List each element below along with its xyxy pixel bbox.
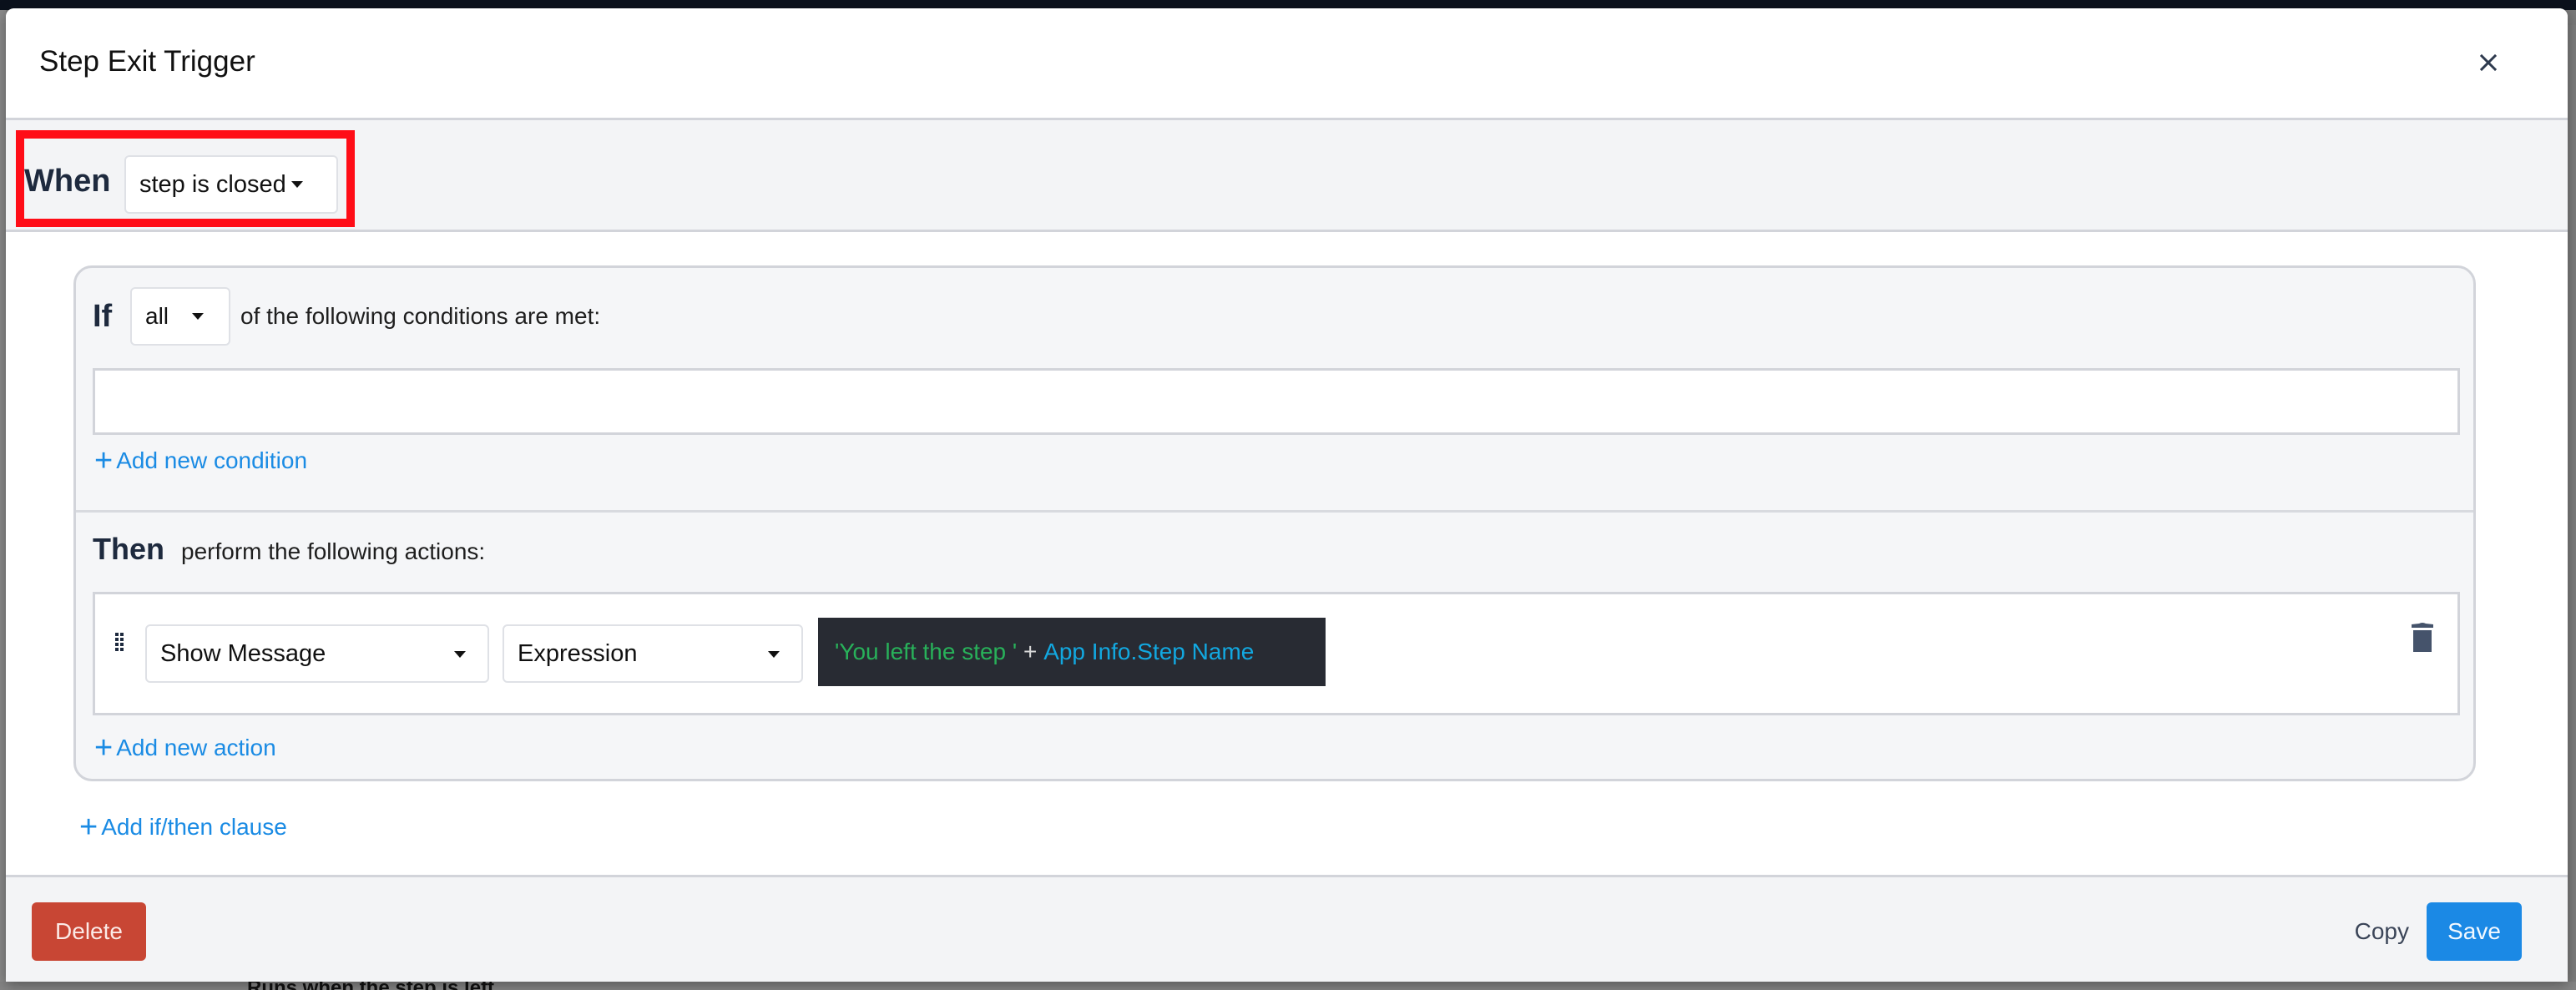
- then-description: perform the following actions:: [181, 538, 486, 564]
- if-then-divider: [76, 510, 2473, 513]
- if-then-clause: If all of the following conditions are m…: [73, 265, 2476, 781]
- add-new-condition-link[interactable]: + Add new condition: [94, 445, 307, 477]
- add-new-action-link[interactable]: + Add new action: [94, 732, 276, 764]
- condition-match-dropdown[interactable]: all: [130, 287, 230, 346]
- when-event-value: step is closed: [139, 170, 286, 198]
- drag-handle-icon[interactable]: [115, 633, 125, 651]
- action-row: Show Message Expression 'You left the st…: [93, 592, 2460, 715]
- delete-button[interactable]: Delete: [32, 902, 146, 961]
- modal-title: Step Exit Trigger: [39, 45, 255, 78]
- trash-icon[interactable]: [2411, 623, 2434, 653]
- message-source-dropdown[interactable]: Expression: [503, 624, 803, 683]
- message-source-value: Expression: [518, 639, 638, 667]
- when-section: When step is closed: [6, 120, 2568, 232]
- copy-button[interactable]: Copy: [2355, 902, 2409, 961]
- expression-reference: App Info.Step Name: [1043, 639, 1255, 664]
- chevron-down-icon: [290, 181, 303, 188]
- plus-icon: +: [94, 730, 114, 765]
- background-page-left: [0, 10, 6, 990]
- conditions-list: [93, 368, 2460, 435]
- background-page-right: [2568, 25, 2576, 990]
- when-event-dropdown[interactable]: step is closed: [124, 155, 338, 214]
- add-new-condition-label: Add new condition: [116, 447, 308, 473]
- plus-icon: +: [94, 443, 114, 478]
- then-row: Then perform the following actions:: [93, 532, 485, 567]
- when-label: When: [24, 164, 111, 199]
- close-button[interactable]: [2476, 50, 2501, 75]
- chevron-down-icon: [192, 313, 205, 320]
- chevron-down-icon: [454, 651, 466, 658]
- condition-match-value: all: [145, 303, 169, 329]
- save-button[interactable]: Save: [2427, 902, 2522, 961]
- close-icon: [2479, 53, 2498, 72]
- expression-string-literal: 'You left the step ': [835, 639, 1018, 664]
- add-if-then-clause-label: Add if/then clause: [101, 814, 287, 840]
- expression-operator: +: [1017, 639, 1044, 664]
- add-new-action-label: Add new action: [116, 735, 276, 760]
- if-description: of the following conditions are met:: [240, 303, 601, 329]
- add-if-then-clause-link[interactable]: + Add if/then clause: [79, 811, 287, 843]
- if-row: If all of the following conditions are m…: [93, 286, 600, 346]
- action-type-dropdown[interactable]: Show Message: [145, 624, 489, 683]
- action-type-value: Show Message: [160, 639, 326, 667]
- modal-header: Step Exit Trigger: [6, 8, 2568, 120]
- if-label: If: [93, 298, 113, 334]
- chevron-down-icon: [768, 651, 780, 658]
- plus-icon: +: [79, 810, 98, 845]
- expression-editor[interactable]: 'You left the step ' + App Info.Step Nam…: [818, 618, 1326, 686]
- step-exit-trigger-modal: Step Exit Trigger When step is closed If…: [6, 8, 2568, 982]
- then-label: Then: [93, 532, 164, 566]
- modal-footer: Delete Copy Save: [6, 875, 2568, 982]
